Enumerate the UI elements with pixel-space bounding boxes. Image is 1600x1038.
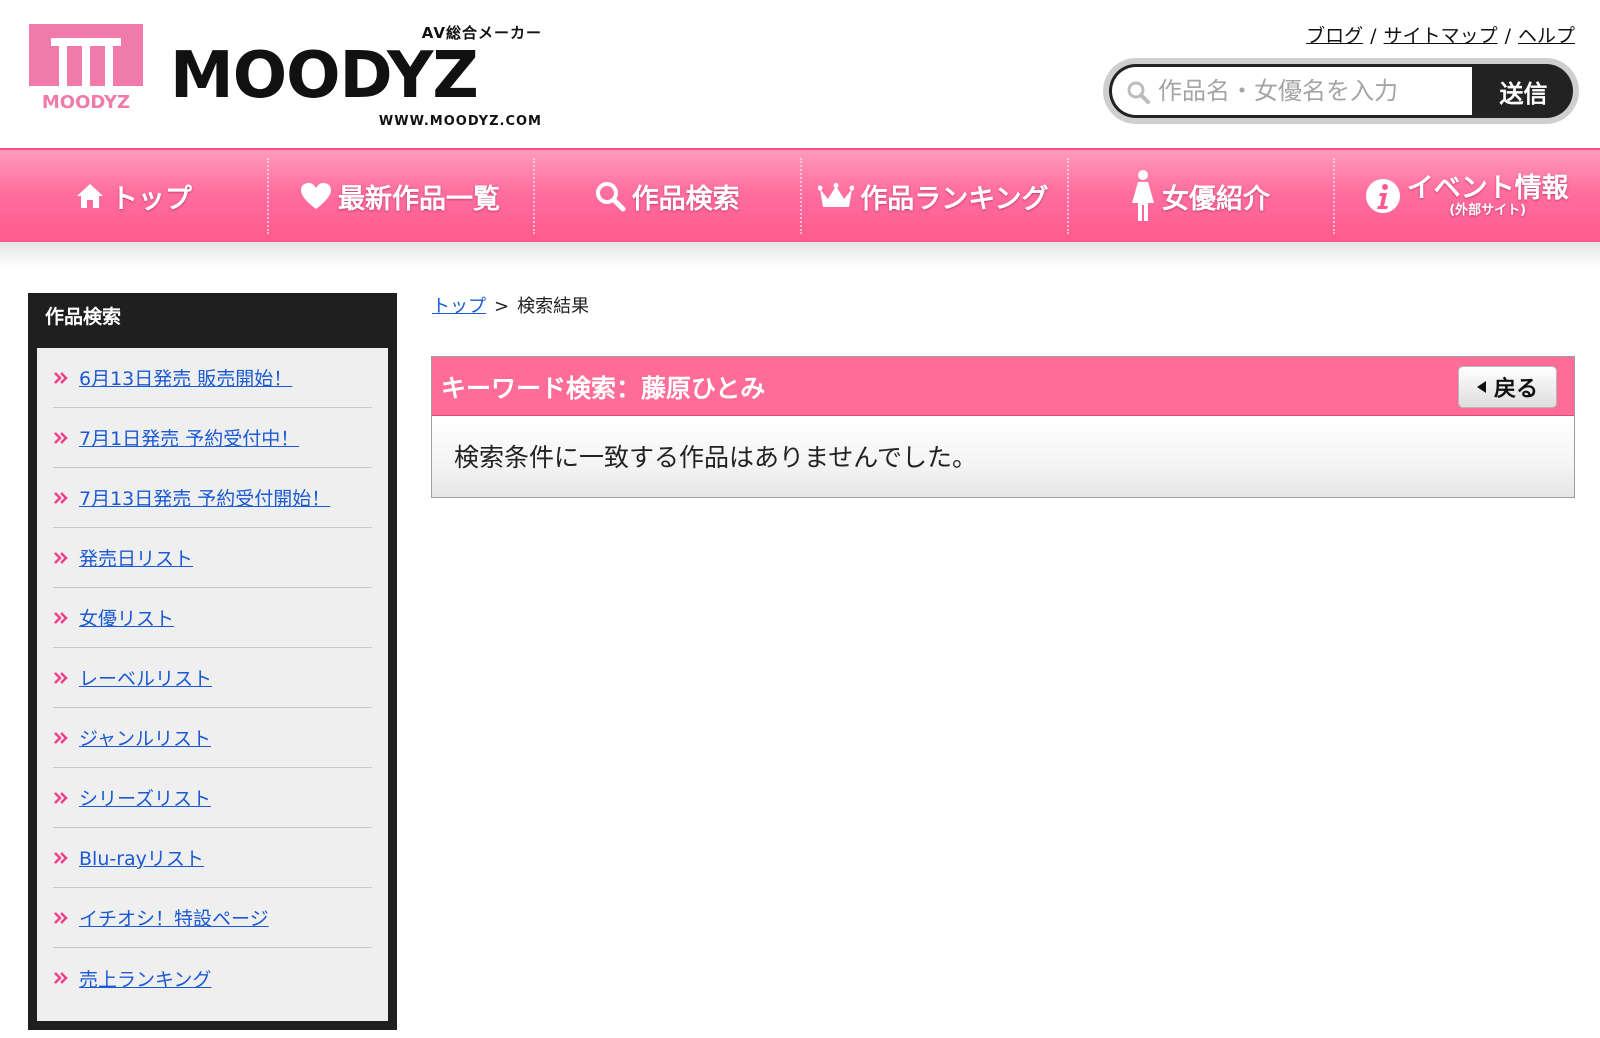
double-chevron-right-icon: [54, 431, 68, 444]
nav-label: 作品検索: [631, 183, 740, 215]
search-input[interactable]: [1158, 73, 1464, 109]
sidebar-item-jul13-preorder[interactable]: 7月13日発売 予約受付開始！: [53, 468, 372, 528]
nav-search[interactable]: 作品検索: [533, 150, 800, 242]
nav-label: イベント情報: [1406, 172, 1569, 204]
main-nav: トップ 最新作品一覧 作品検索 作品ランキング 女優紹介 イベント情報 (外部サ…: [0, 148, 1600, 242]
search-icon: [1127, 81, 1150, 104]
double-chevron-right-icon: [54, 551, 68, 564]
sidebar-item-sales-ranking[interactable]: 売上ランキング: [53, 948, 372, 1008]
crown-icon: [818, 183, 855, 207]
sidebar-item-label[interactable]: 売上ランキング: [79, 965, 211, 992]
blog-link[interactable]: ブログ: [1306, 25, 1363, 47]
double-chevron-right-icon: [54, 371, 68, 384]
double-chevron-right-icon: [54, 491, 68, 504]
sidebar-item-genres[interactable]: ジャンルリスト: [53, 708, 372, 768]
no-results-message: 検索条件に一致する作品はありませんでした。: [454, 443, 978, 472]
nav-top[interactable]: トップ: [0, 150, 267, 242]
double-chevron-right-icon: [54, 671, 68, 684]
search-result-header: キーワード検索：藤原ひとみ 戻る: [432, 357, 1574, 416]
sidebar: 作品検索 6月13日発売 販売開始！ 7月1日発売 予約受付中！ 7月13日発売…: [28, 293, 397, 1030]
search-result-body: 検索条件に一致する作品はありませんでした。: [432, 417, 1574, 497]
sidebar-item-label[interactable]: シリーズリスト: [79, 784, 211, 811]
nav-ranking[interactable]: 作品ランキング: [800, 150, 1067, 242]
back-button[interactable]: 戻る: [1458, 366, 1557, 408]
nav-shadow: [0, 242, 1600, 268]
nav-label: 作品ランキング: [860, 183, 1049, 215]
utility-links: ブログ / サイトマップ / ヘルプ: [1306, 21, 1575, 48]
link-separator: /: [1370, 25, 1377, 47]
back-arrow-icon: [1476, 381, 1486, 393]
nav-label: 女優紹介: [1162, 183, 1271, 215]
site-header: MOODYZ AV総合メーカー MOODYZ WWW.MOODYZ.COM ブロ…: [0, 0, 1600, 148]
sidebar-item-labels[interactable]: レーベルリスト: [53, 648, 372, 708]
info-icon: [1365, 179, 1400, 213]
sidebar-item-featured[interactable]: イチオシ！特設ページ: [53, 888, 372, 948]
sidebar-item-jun13-release[interactable]: 6月13日発売 販売開始！: [53, 348, 372, 408]
double-chevron-right-icon: [54, 911, 68, 924]
nav-label: トップ: [110, 183, 192, 215]
logo-wordmark[interactable]: AV総合メーカー MOODYZ WWW.MOODYZ.COM: [170, 20, 542, 129]
nav-sublabel: (外部サイト): [1449, 202, 1527, 218]
sitemap-link[interactable]: サイトマップ: [1384, 25, 1498, 47]
sidebar-item-label[interactable]: ジャンルリスト: [79, 724, 211, 751]
breadcrumb-separator: >: [494, 296, 510, 317]
sidebar-menu: 6月13日発売 販売開始！ 7月1日発売 予約受付中！ 7月13日発売 予約受付…: [37, 348, 388, 1021]
double-chevron-right-icon: [54, 791, 68, 804]
search-icon: [595, 182, 626, 212]
back-button-label: 戻る: [1493, 377, 1538, 402]
sidebar-item-jul1-preorder[interactable]: 7月1日発売 予約受付中！: [53, 408, 372, 468]
help-link[interactable]: ヘルプ: [1518, 25, 1575, 47]
logo-title: MOODYZ: [170, 39, 479, 113]
breadcrumb: トップ > 検索結果: [432, 292, 589, 318]
nav-actresses[interactable]: 女優紹介: [1066, 150, 1334, 242]
woman-icon: [1132, 170, 1155, 221]
sidebar-item-label[interactable]: レーベルリスト: [79, 664, 212, 691]
breadcrumb-current: 検索結果: [517, 296, 590, 317]
logo-mark-text: MOODYZ: [42, 92, 130, 112]
search-bar-inner: 送信: [1109, 64, 1573, 118]
sidebar-item-release-dates[interactable]: 発売日リスト: [53, 528, 372, 588]
nav-new-releases[interactable]: 最新作品一覧: [266, 150, 534, 242]
sidebar-item-label[interactable]: Blu-rayリスト: [79, 844, 204, 871]
search-field: [1112, 67, 1472, 115]
double-chevron-right-icon: [54, 972, 68, 984]
sidebar-item-bluray[interactable]: Blu-rayリスト: [53, 828, 372, 888]
double-chevron-right-icon: [54, 731, 68, 744]
search-result-heading: キーワード検索：藤原ひとみ: [441, 374, 766, 403]
search-result-panel: キーワード検索：藤原ひとみ 戻る 検索条件に一致する作品はありませんでした。: [431, 356, 1575, 498]
sidebar-item-series[interactable]: シリーズリスト: [53, 768, 372, 828]
search-bar: 送信: [1103, 58, 1579, 124]
breadcrumb-home-link[interactable]: トップ: [432, 296, 486, 317]
sidebar-item-label[interactable]: 発売日リスト: [79, 544, 193, 571]
nav-events[interactable]: イベント情報 (外部サイト): [1333, 150, 1600, 242]
double-chevron-right-icon: [54, 851, 68, 864]
logo-url: WWW.MOODYZ.COM: [378, 114, 542, 129]
logo-mark[interactable]: MOODYZ: [29, 24, 143, 113]
link-separator: /: [1504, 25, 1511, 47]
sidebar-item-label[interactable]: 7月13日発売 予約受付開始！: [79, 484, 330, 511]
sidebar-item-label[interactable]: 6月13日発売 販売開始！: [79, 364, 292, 391]
sidebar-item-actresses[interactable]: 女優リスト: [53, 588, 372, 648]
nav-label: 最新作品一覧: [338, 183, 500, 215]
sidebar-item-label[interactable]: 女優リスト: [79, 604, 174, 631]
sidebar-item-label[interactable]: イチオシ！特設ページ: [79, 904, 269, 931]
heart-icon: [301, 183, 331, 209]
search-submit-button[interactable]: 送信: [1474, 64, 1573, 118]
sidebar-title: 作品検索: [45, 306, 122, 328]
home-icon: [76, 184, 103, 208]
sidebar-item-label[interactable]: 7月1日発売 予約受付中！: [79, 424, 299, 451]
double-chevron-right-icon: [54, 611, 68, 624]
